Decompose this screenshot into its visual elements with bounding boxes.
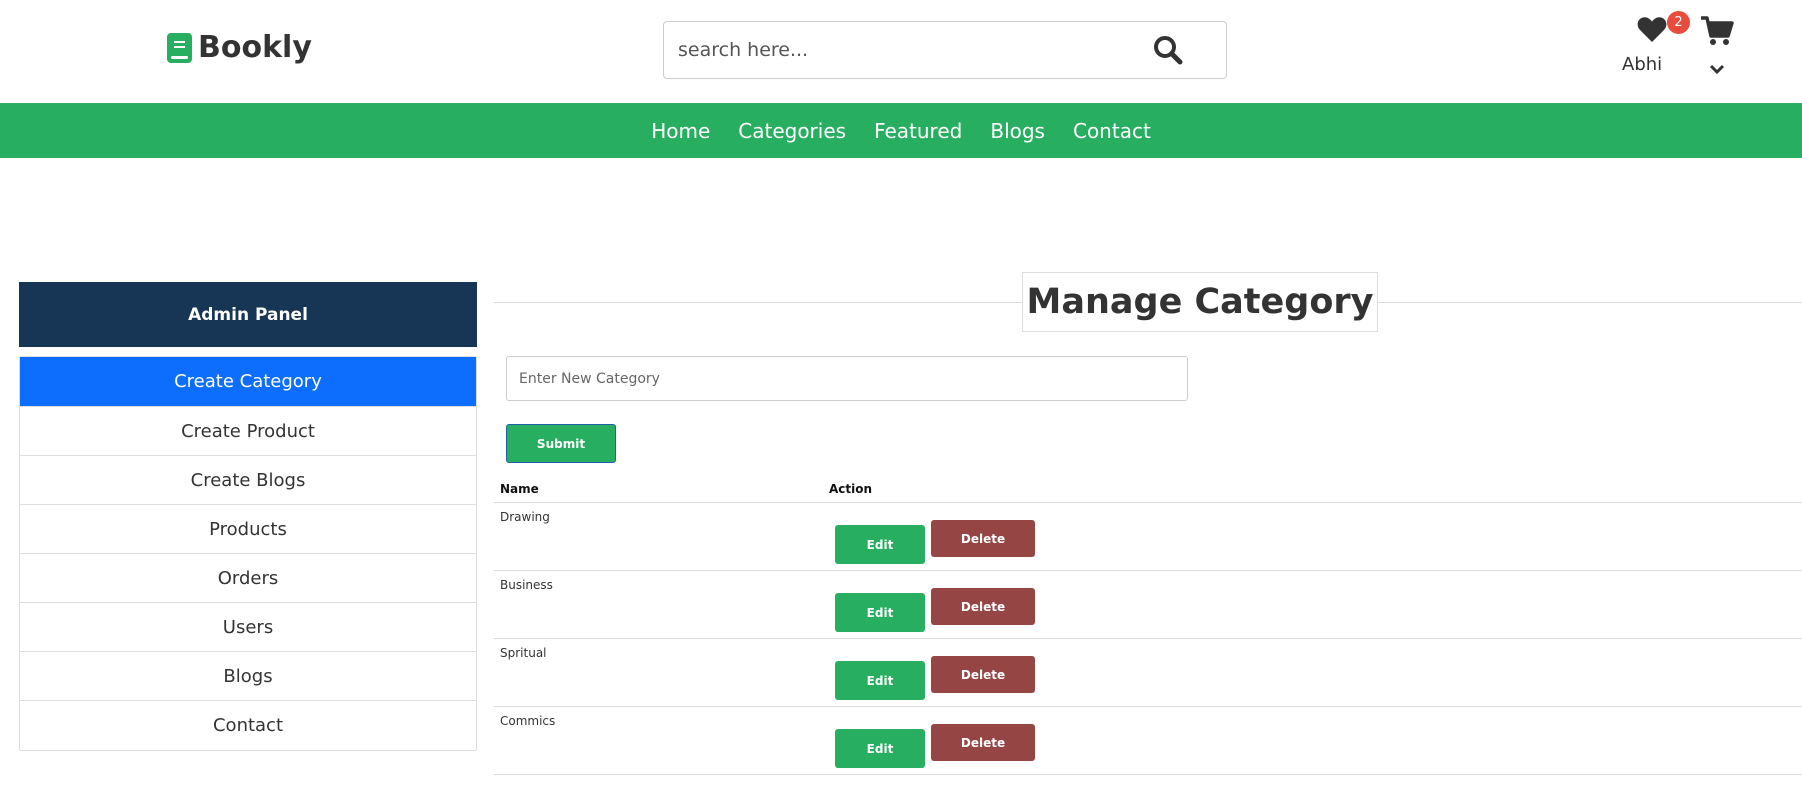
sidebar-item-users[interactable]: Users	[20, 603, 476, 652]
column-header-name: Name	[500, 482, 539, 496]
book-icon	[167, 32, 192, 63]
chevron-down-icon[interactable]	[1709, 60, 1725, 79]
brand-name: Bookly	[198, 30, 312, 65]
nav-link-blogs[interactable]: Blogs	[990, 119, 1045, 143]
table-header: Name Action	[494, 476, 1802, 503]
admin-sidebar: Admin Panel Create Category Create Produ…	[19, 282, 477, 751]
search-bar	[663, 21, 1227, 79]
nav-link-featured[interactable]: Featured	[874, 119, 962, 143]
submit-button[interactable]: Submit	[506, 424, 616, 463]
delete-button[interactable]: Delete	[931, 588, 1035, 625]
category-table: Name Action Drawing Edit Delete Business…	[494, 476, 1802, 775]
column-header-action: Action	[829, 482, 873, 496]
category-name: Drawing	[500, 510, 550, 524]
delete-button[interactable]: Delete	[931, 724, 1035, 761]
sidebar-item-create-product[interactable]: Create Product	[20, 407, 476, 456]
heart-icon	[1637, 16, 1667, 47]
delete-button[interactable]: Delete	[931, 656, 1035, 693]
wishlist-count-badge: 2	[1667, 11, 1690, 34]
user-name[interactable]: Abhi	[1622, 54, 1662, 75]
search-input[interactable]	[678, 39, 1148, 61]
logo[interactable]: Bookly	[167, 30, 312, 65]
sidebar-item-products[interactable]: Products	[20, 505, 476, 554]
cart-icon[interactable]	[1700, 16, 1734, 50]
category-name: Business	[500, 578, 553, 592]
search-icon[interactable]	[1148, 30, 1188, 70]
delete-button[interactable]: Delete	[931, 520, 1035, 557]
category-name: Commics	[500, 714, 556, 728]
table-row: Drawing Edit Delete	[494, 503, 1802, 571]
sidebar-item-create-blogs[interactable]: Create Blogs	[20, 456, 476, 505]
sidebar-item-blogs[interactable]: Blogs	[20, 652, 476, 701]
sidebar-item-orders[interactable]: Orders	[20, 554, 476, 603]
category-name: Spritual	[500, 646, 547, 660]
edit-button[interactable]: Edit	[835, 661, 925, 700]
sidebar-item-create-category[interactable]: Create Category	[20, 357, 476, 407]
header: Bookly 2 Abhi	[0, 0, 1802, 103]
sidebar-menu: Create Category Create Product Create Bl…	[19, 356, 477, 751]
edit-button[interactable]: Edit	[835, 593, 925, 632]
table-row: Business Edit Delete	[494, 571, 1802, 639]
main-nav: Home Categories Featured Blogs Contact	[0, 103, 1802, 158]
table-row: Spritual Edit Delete	[494, 639, 1802, 707]
new-category-input[interactable]	[506, 356, 1188, 401]
nav-link-contact[interactable]: Contact	[1073, 119, 1151, 143]
sidebar-item-contact[interactable]: Contact	[20, 701, 476, 750]
edit-button[interactable]: Edit	[835, 729, 925, 768]
table-row: Commics Edit Delete	[494, 707, 1802, 775]
nav-link-categories[interactable]: Categories	[738, 119, 846, 143]
page-title: Manage Category	[1022, 272, 1378, 332]
edit-button[interactable]: Edit	[835, 525, 925, 564]
nav-link-home[interactable]: Home	[651, 119, 710, 143]
sidebar-title: Admin Panel	[19, 282, 477, 347]
